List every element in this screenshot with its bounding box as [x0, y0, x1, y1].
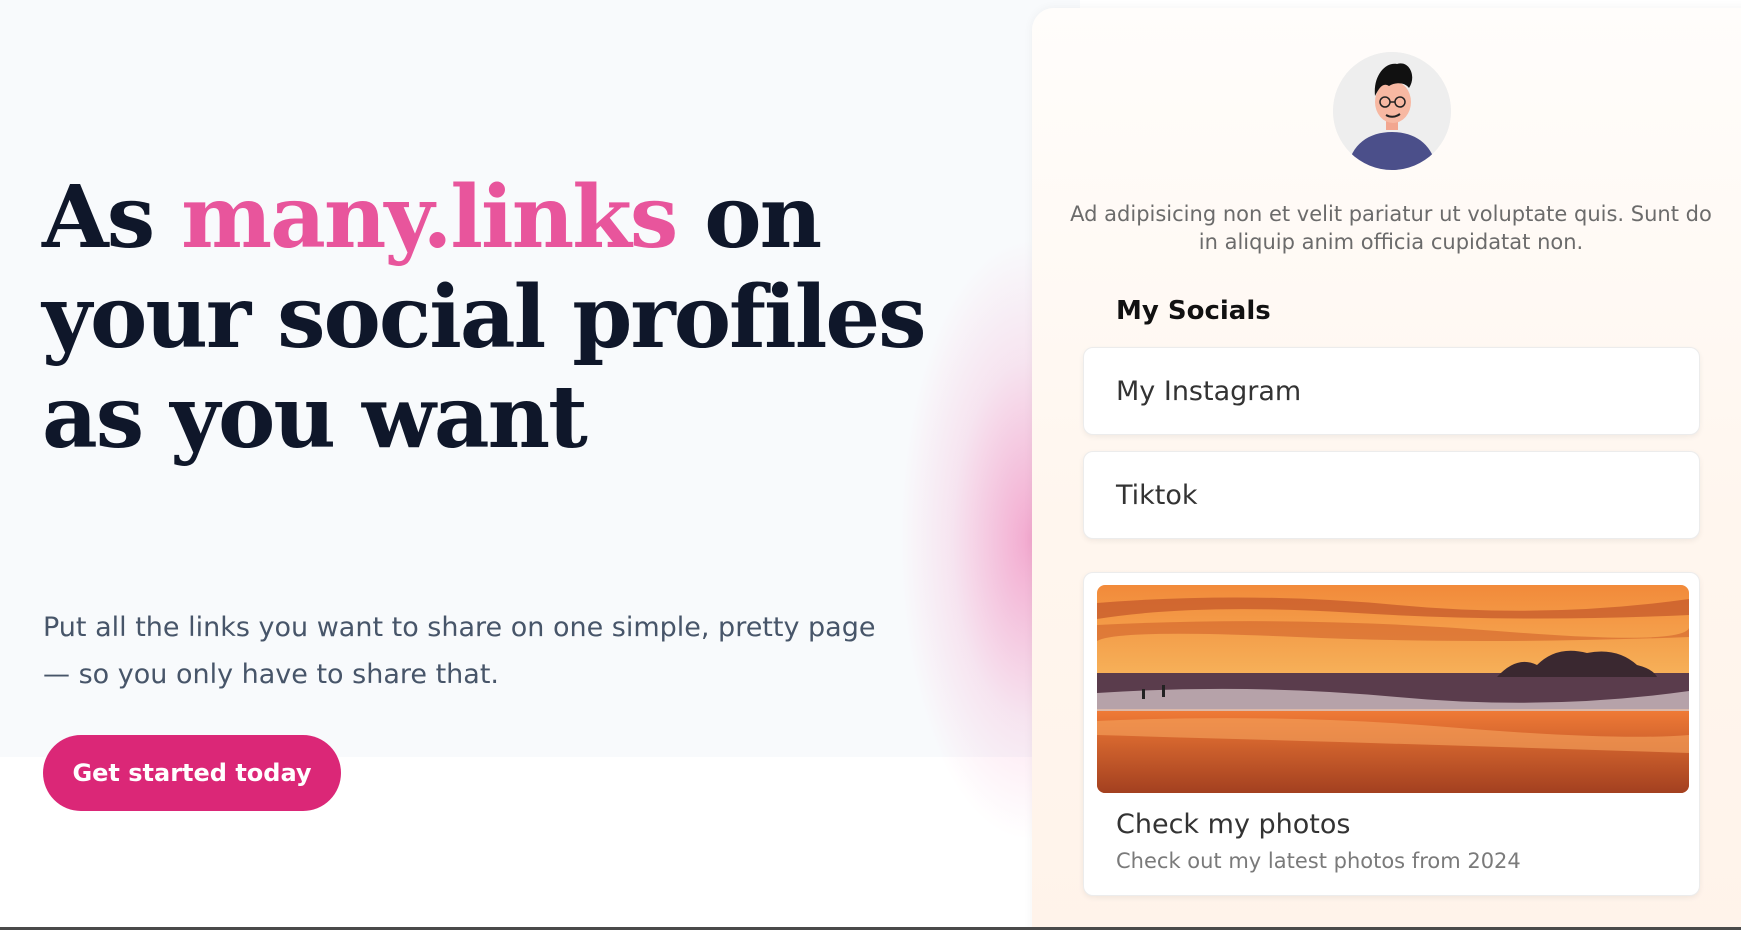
instagram-link-label: My Instagram: [1116, 375, 1302, 407]
socials-section-title: My Socials: [1116, 296, 1271, 326]
landing-page: As many.links on your social profiles as…: [0, 0, 1741, 930]
tiktok-link-card[interactable]: Tiktok: [1083, 451, 1700, 539]
tiktok-link-label: Tiktok: [1116, 479, 1198, 511]
sunset-beach-photo: [1097, 585, 1689, 793]
instagram-link-card[interactable]: My Instagram: [1083, 347, 1700, 435]
get-started-button[interactable]: Get started today: [43, 735, 341, 811]
sunset-beach-photo-icon: [1097, 585, 1689, 793]
photos-card-title: Check my photos: [1116, 809, 1351, 840]
profile-bio: Ad adipisicing non et velit pariatur ut …: [1070, 202, 1712, 254]
hero-headline: As many.links on your social profiles as…: [42, 168, 942, 468]
photos-card-subtitle: Check out my latest photos from 2024: [1116, 849, 1521, 873]
cartoon-person-avatar-icon: [1333, 52, 1451, 170]
photos-link-card[interactable]: Check my photos Check out my latest phot…: [1083, 572, 1700, 896]
avatar: [1333, 52, 1451, 170]
headline-accent: many.links: [181, 167, 678, 268]
headline-part-1: As: [42, 167, 182, 268]
hero-subtext: Put all the links you want to share on o…: [43, 612, 876, 690]
